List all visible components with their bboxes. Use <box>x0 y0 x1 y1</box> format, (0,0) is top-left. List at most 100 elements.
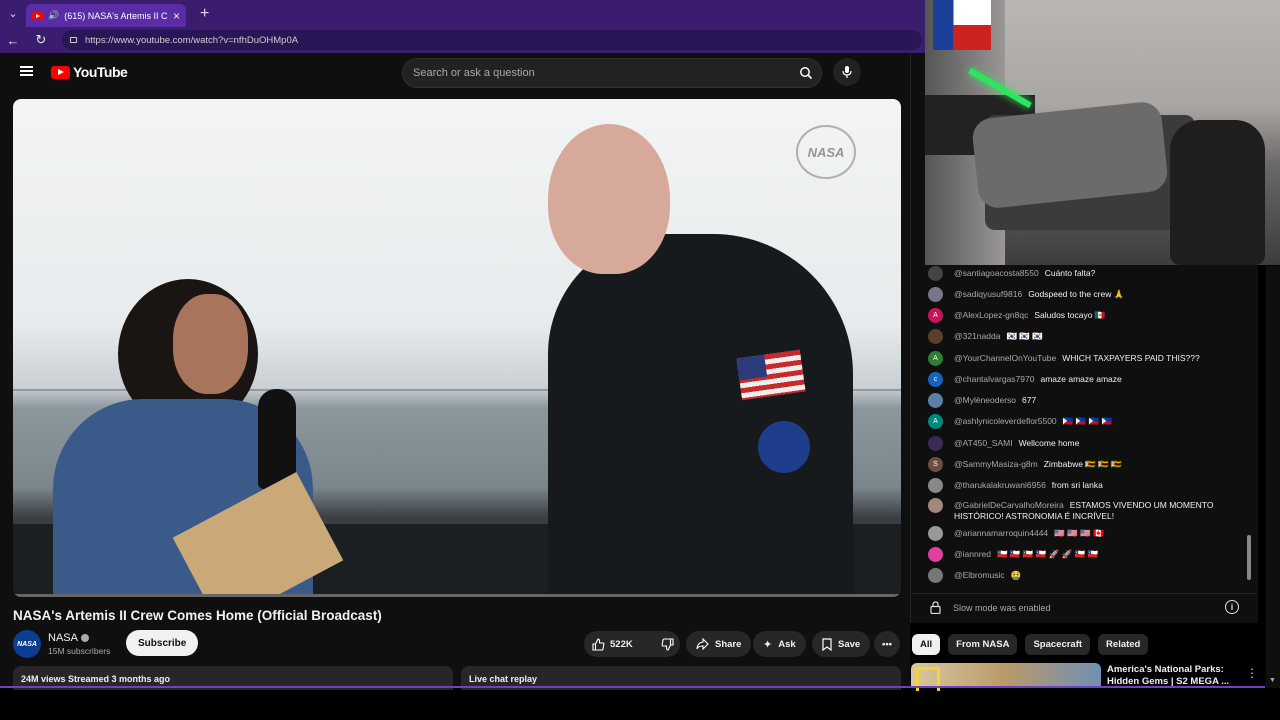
site-info-icon[interactable] <box>70 37 77 43</box>
audio-icon[interactable]: 🔊 <box>48 10 59 21</box>
chat-avatar[interactable]: S <box>928 457 943 472</box>
chat-author[interactable]: @Elbromusic <box>954 570 1005 580</box>
lock-icon <box>930 601 941 614</box>
chat-message[interactable]: A @YourChannelOnYouTube WHICH TAXPAYERS PA… <box>925 351 1245 366</box>
like-button[interactable]: 522K <box>584 631 641 657</box>
texas-flag <box>933 0 991 50</box>
ask-button[interactable]: ✦ Ask <box>753 631 806 657</box>
chat-author[interactable]: @Mylèneoderso <box>954 395 1016 405</box>
chat-text: 🇰🇷 🇰🇷 🇰🇷 <box>1006 331 1043 341</box>
microphone-icon[interactable] <box>833 58 861 86</box>
chat-avatar[interactable]: A <box>928 351 943 366</box>
chat-avatar[interactable] <box>928 498 943 513</box>
save-button[interactable]: Save <box>812 631 871 657</box>
reload-icon[interactable]: ↻ <box>34 32 48 48</box>
chat-message[interactable]: @santiagoacosta8550 Cuánto falta? <box>925 266 1245 281</box>
search-input[interactable]: Search or ask a question <box>402 58 822 88</box>
channel-avatar[interactable]: NASA <box>13 630 41 658</box>
chat-author[interactable]: @GabrielDeCarvalhoMoreira <box>954 500 1064 510</box>
more-actions-icon[interactable]: ••• <box>874 631 900 657</box>
chat-message[interactable]: @sadiqyusuf9816 Godspeed to the crew 🙏 <box>925 287 1245 302</box>
chat-message[interactable]: @tharukalakruwani6956 from sri lanka <box>925 478 1245 493</box>
youtube-logo[interactable]: YouTube <box>51 64 128 80</box>
video-player[interactable]: NASA <box>13 99 901 597</box>
page-scrollbar[interactable]: ▼ <box>1266 266 1280 688</box>
chat-message[interactable]: @ariannamarroquin4444 🇺🇸 🇺🇸 🇺🇸 🇨🇦 <box>925 526 1245 541</box>
chat-text: Cuánto falta? <box>1044 268 1096 278</box>
reporter-face <box>173 294 248 394</box>
chat-author[interactable]: @tharukalakruwani6956 <box>954 480 1046 490</box>
ask-label: Ask <box>778 638 796 650</box>
chat-message[interactable]: @Mylèneoderso 677 <box>925 393 1245 408</box>
chat-author[interactable]: @SammyMasiza-g8m <box>954 459 1038 469</box>
close-icon[interactable]: × <box>173 9 180 23</box>
chat-author[interactable]: @AlexLopez-gn8qc <box>954 310 1028 320</box>
recommended-title[interactable]: America's National Parks: Hidden Gems | … <box>1107 664 1232 688</box>
related-filter-chips: All From NASA Spacecraft Related <box>912 634 1149 655</box>
chip-spacecraft[interactable]: Spacecraft <box>1025 634 1091 655</box>
chat-message[interactable]: @Elbromusic 🤮 <box>925 568 1245 583</box>
chat-author[interactable]: @sadiqyusuf9816 <box>954 289 1022 299</box>
nasa-watermark: NASA <box>796 125 856 179</box>
video-progress-bar[interactable] <box>13 594 901 597</box>
chat-author[interactable]: @santiagoacosta8550 <box>954 268 1039 278</box>
chat-avatar[interactable] <box>928 526 943 541</box>
chat-avatar[interactable]: A <box>928 414 943 429</box>
recommended-video[interactable]: America's National Parks: Hidden Gems | … <box>911 663 1261 691</box>
chip-all[interactable]: All <box>912 634 941 655</box>
chat-message[interactable]: @AT450_SAMI Wellcome home <box>925 436 1245 451</box>
chat-author[interactable]: @321nadda <box>954 331 1000 341</box>
back-arrow-icon[interactable]: ← <box>6 33 20 48</box>
chat-author[interactable]: @YourChannelOnYouTube <box>954 353 1056 363</box>
chat-text: 🇺🇸 🇺🇸 🇺🇸 🇨🇦 <box>1054 528 1104 538</box>
chat-scrollbar[interactable] <box>1247 535 1251 580</box>
thumbs-up-icon <box>592 637 605 651</box>
chat-avatar[interactable] <box>928 436 943 451</box>
new-tab-icon[interactable]: + <box>200 5 209 23</box>
chat-footer: Slow mode was enabled i <box>912 593 1257 621</box>
channel-name[interactable]: NASA <box>48 632 110 644</box>
chat-author[interactable]: @AT450_SAMI <box>954 438 1013 448</box>
chat-author[interactable]: @chantalvargas7970 <box>954 374 1034 384</box>
chat-author[interactable]: @ashlynicoleverdeflor5500 <box>954 416 1057 426</box>
chip-from-nasa[interactable]: From NASA <box>948 634 1018 655</box>
chat-message[interactable]: @iannred 🇨🇱 🇨🇱 🇨🇱 🇨🇱 🚀 🚀 🇨🇱 🇨🇱 <box>925 547 1245 562</box>
info-icon[interactable]: i <box>1225 600 1239 614</box>
menu-icon[interactable] <box>20 66 33 76</box>
tab-youtube[interactable]: 🔊 (615) NASA's Artemis II Crew × <box>26 4 186 27</box>
chat-text: amaze amaze amaze <box>1040 374 1122 384</box>
chat-text: Wellcome home <box>1018 438 1080 448</box>
webcam-overlay <box>925 0 1280 265</box>
chat-message[interactable]: S @SammyMasiza-g8m Zimbabwe 🇿🇼 🇿🇼 🇿🇼 <box>925 457 1245 472</box>
chat-avatar[interactable]: c <box>928 372 943 387</box>
chat-author[interactable]: @iannred <box>954 549 991 559</box>
share-button[interactable]: Share <box>686 631 752 657</box>
chat-avatar[interactable] <box>928 568 943 583</box>
chat-text: Saludos tocayo 🇲🇽 <box>1034 310 1106 320</box>
chip-related[interactable]: Related <box>1098 634 1149 655</box>
channel-name-text[interactable]: NASA <box>48 632 78 644</box>
dislike-button[interactable] <box>653 631 682 657</box>
chat-avatar[interactable] <box>928 547 943 562</box>
chat-avatar[interactable] <box>928 266 943 281</box>
chat-message[interactable]: A @ashlynicoleverdeflor5500 🇵🇭 🇵🇭 🇵🇭 🇵🇭 <box>925 414 1245 429</box>
chat-message[interactable]: @GabrielDeCarvalhoMoreira ESTAMOS VIVENDO… <box>925 498 1245 522</box>
scroll-down-arrow-icon[interactable]: ▼ <box>1269 677 1276 684</box>
share-icon <box>696 638 709 650</box>
tab-search-icon[interactable]: ⌄ <box>0 0 26 27</box>
chat-avatar[interactable] <box>928 287 943 302</box>
subscribe-button[interactable]: Subscribe <box>126 630 199 656</box>
chat-author[interactable]: @ariannamarroquin4444 <box>954 528 1048 538</box>
chat-message[interactable]: A @AlexLopez-gn8qc Saludos tocayo 🇲🇽 <box>925 308 1245 323</box>
search-icon[interactable] <box>795 62 817 84</box>
chat-avatar[interactable] <box>928 329 943 344</box>
chat-avatar[interactable] <box>928 393 943 408</box>
chat-avatar[interactable]: A <box>928 308 943 323</box>
url-field[interactable]: https://www.youtube.com/watch?v=nfhDuOHM… <box>62 30 922 50</box>
recommended-thumbnail[interactable] <box>911 663 1101 691</box>
more-vert-icon[interactable]: ⋮ <box>1246 666 1258 680</box>
chat-text: 🇵🇭 🇵🇭 🇵🇭 🇵🇭 <box>1062 416 1113 426</box>
chat-message[interactable]: @321nadda 🇰🇷 🇰🇷 🇰🇷 <box>925 329 1245 344</box>
chat-message[interactable]: c @chantalvargas7970 amaze amaze amaze <box>925 372 1245 387</box>
chat-avatar[interactable] <box>928 478 943 493</box>
